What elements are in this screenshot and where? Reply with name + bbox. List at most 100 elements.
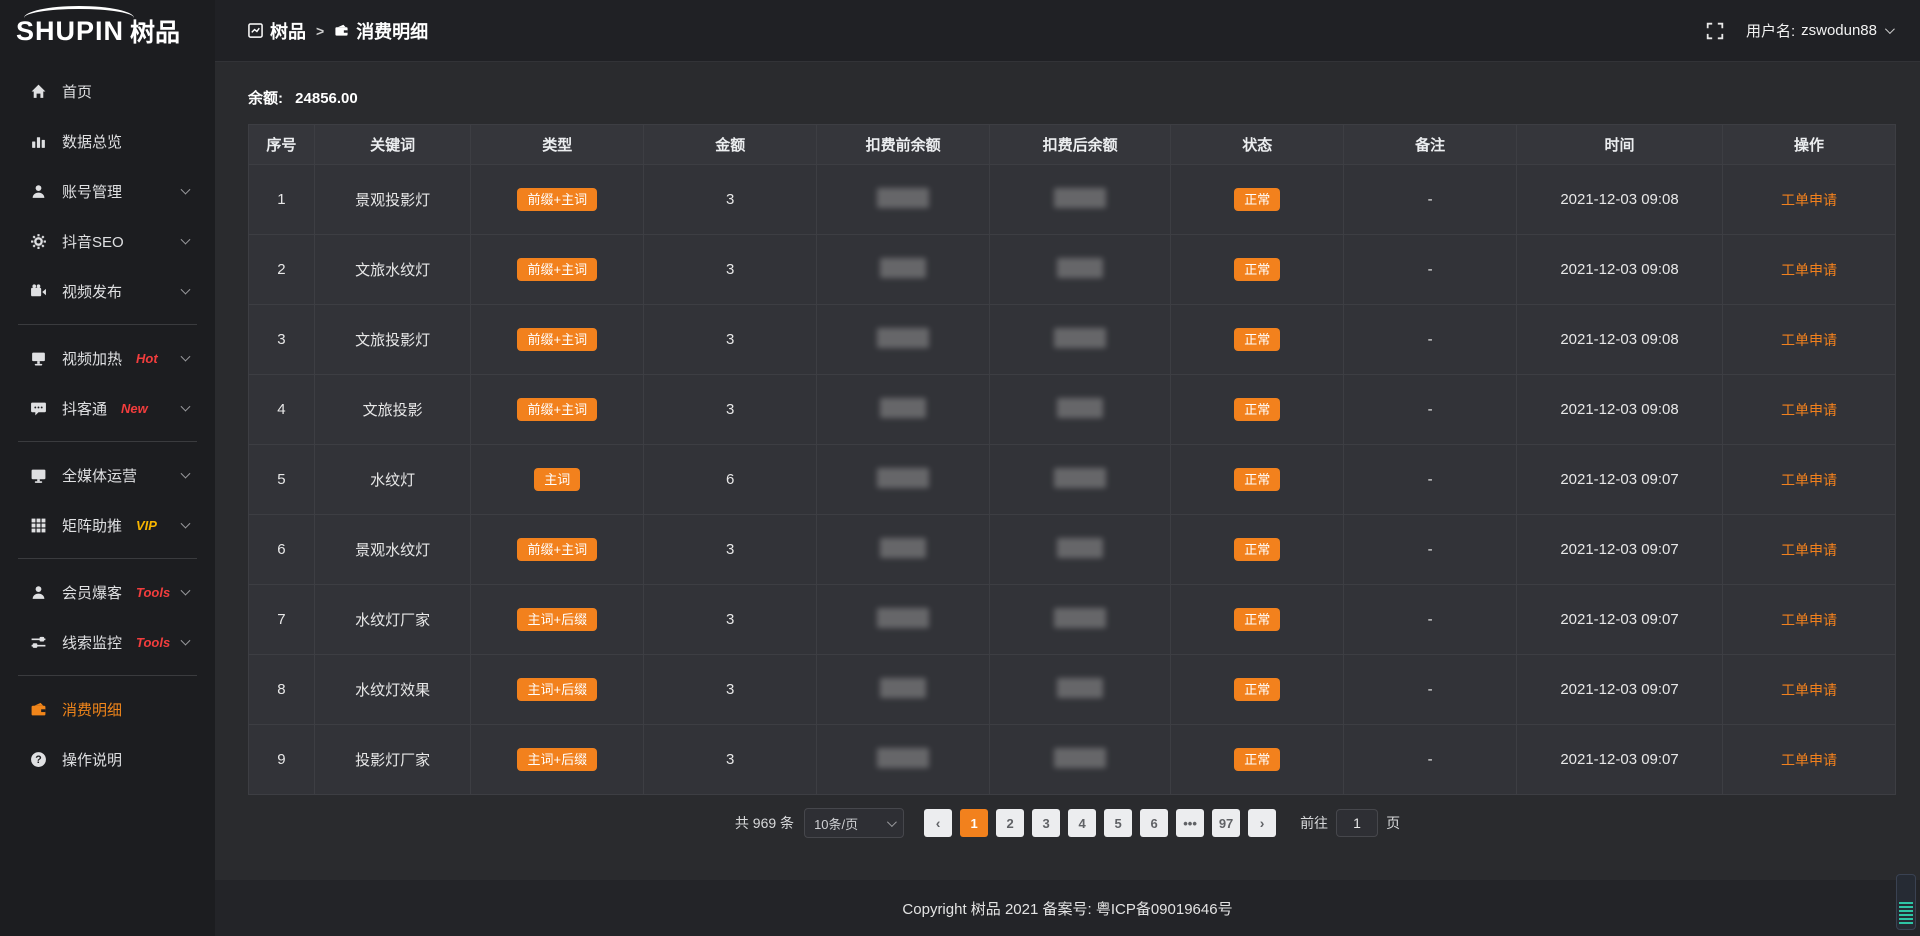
- dashboard-icon: [248, 23, 263, 38]
- type-badge: 主词+后缀: [517, 608, 597, 631]
- main-content: 余额: 24856.00 序号 关键词 类型 金额 扣费前余额 扣费后余额 状态…: [215, 63, 1920, 936]
- chevron-down-icon: [887, 817, 897, 827]
- chevron-down-icon: [181, 235, 191, 245]
- sidebar-item-doketong[interactable]: 抖客通 New: [0, 383, 215, 433]
- sidebar-item-video-heat[interactable]: 视频加热 Hot: [0, 333, 215, 383]
- page-button-1[interactable]: 1: [960, 809, 988, 837]
- cell-time: 2021-12-03 09:07: [1517, 445, 1723, 515]
- cell-keyword: 景观水纹灯: [314, 515, 470, 585]
- cell-no: 2: [249, 235, 315, 305]
- col-header-amount: 金额: [644, 125, 817, 165]
- status-badge: 正常: [1234, 608, 1280, 631]
- page-button-6[interactable]: 6: [1140, 809, 1168, 837]
- goto-label: 前往: [1300, 813, 1328, 833]
- sidebar-item-label: 抖客通: [62, 398, 107, 419]
- ticket-request-link[interactable]: 工单申请: [1781, 192, 1837, 208]
- cell-keyword: 水纹灯厂家: [314, 585, 470, 655]
- sidebar-item-douyin-seo[interactable]: 抖音SEO: [0, 216, 215, 266]
- copyright-text: Copyright 树品 2021 备案号: 粤ICP备09019646号: [902, 898, 1232, 919]
- grid-icon: [30, 517, 47, 534]
- sidebar-item-label: 抖音SEO: [62, 231, 124, 252]
- ticket-request-link[interactable]: 工单申请: [1781, 472, 1837, 488]
- cell-keyword: 投影灯厂家: [314, 725, 470, 795]
- cell-time: 2021-12-03 09:07: [1517, 655, 1723, 725]
- sidebar-item-account-mgmt[interactable]: 账号管理: [0, 166, 215, 216]
- sidebar-item-label: 视频发布: [62, 281, 122, 302]
- redacted-balance-before: [877, 328, 929, 348]
- balance-display: 余额: 24856.00: [248, 87, 1920, 108]
- more-pages-button[interactable]: •••: [1176, 809, 1204, 837]
- cell-keyword: 文旅投影: [314, 375, 470, 445]
- cell-amount: 3: [644, 165, 817, 235]
- prev-page-button[interactable]: ‹: [924, 809, 952, 837]
- consumption-table: 序号 关键词 类型 金额 扣费前余额 扣费后余额 状态 备注 时间 操作 1 景…: [248, 124, 1896, 795]
- chevron-down-icon: [181, 402, 191, 412]
- ticket-request-link[interactable]: 工单申请: [1781, 542, 1837, 558]
- goto-page-input[interactable]: [1336, 809, 1378, 837]
- page-size-select[interactable]: 10条/页: [804, 808, 904, 838]
- page-button-97[interactable]: 97: [1212, 809, 1240, 837]
- type-badge: 前缀+主词: [517, 398, 597, 421]
- type-badge: 前缀+主词: [517, 538, 597, 561]
- bar-chart-icon: [30, 133, 47, 150]
- cell-remark: -: [1344, 165, 1517, 235]
- sidebar-item-matrix-boost[interactable]: 矩阵助推 VIP: [0, 500, 215, 550]
- chevron-down-icon: [1885, 24, 1895, 34]
- svg-text:?: ?: [35, 754, 41, 766]
- col-header-keyword: 关键词: [314, 125, 470, 165]
- sidebar-item-video-publish[interactable]: 视频发布: [0, 266, 215, 316]
- page-button-5[interactable]: 5: [1104, 809, 1132, 837]
- cell-no: 8: [249, 655, 315, 725]
- next-page-button[interactable]: ›: [1248, 809, 1276, 837]
- chevron-down-icon: [181, 185, 191, 195]
- cell-no: 7: [249, 585, 315, 655]
- ticket-request-link[interactable]: 工单申请: [1781, 402, 1837, 418]
- sidebar-item-home[interactable]: 首页: [0, 66, 215, 116]
- sidebar-item-label: 线索监控: [62, 632, 122, 653]
- page-button-3[interactable]: 3: [1032, 809, 1060, 837]
- total-count: 共 969 条: [735, 813, 794, 833]
- balance-label: 余额:: [248, 90, 283, 107]
- fullscreen-icon[interactable]: [1706, 22, 1724, 40]
- ticket-request-link[interactable]: 工单申请: [1781, 332, 1837, 348]
- app-logo[interactable]: SHUPIN 树品: [0, 0, 215, 62]
- floating-widget[interactable]: [1896, 874, 1916, 930]
- question-icon: ?: [30, 751, 47, 768]
- sidebar-item-all-media[interactable]: 全媒体运营: [0, 450, 215, 500]
- sidebar-item-data-overview[interactable]: 数据总览: [0, 116, 215, 166]
- breadcrumb-root[interactable]: 树品: [248, 18, 306, 44]
- sliders-icon: [30, 634, 47, 651]
- status-badge: 正常: [1234, 468, 1280, 491]
- ticket-request-link[interactable]: 工单申请: [1781, 262, 1837, 278]
- cell-remark: -: [1344, 655, 1517, 725]
- cell-amount: 3: [644, 725, 817, 795]
- sidebar: SHUPIN 树品 首页 数据总览 账号管理 抖音SEO 视频发布: [0, 0, 215, 936]
- redacted-balance-after: [1057, 538, 1103, 558]
- page-button-4[interactable]: 4: [1068, 809, 1096, 837]
- redacted-balance-after: [1054, 748, 1106, 768]
- ticket-request-link[interactable]: 工单申请: [1781, 752, 1837, 768]
- redacted-balance-before: [880, 398, 926, 418]
- chevron-down-icon: [181, 469, 191, 479]
- page-button-2[interactable]: 2: [996, 809, 1024, 837]
- sidebar-item-consumption-detail[interactable]: 消费明细: [0, 684, 215, 734]
- sidebar-item-instructions[interactable]: ? 操作说明: [0, 734, 215, 784]
- sidebar-item-lead-monitor[interactable]: 线索监控 Tools: [0, 617, 215, 667]
- username-label: 用户名:: [1746, 20, 1795, 41]
- ticket-request-link[interactable]: 工单申请: [1781, 612, 1837, 628]
- username-value: zswodun88: [1801, 22, 1877, 39]
- breadcrumb-current[interactable]: 消费明细: [334, 18, 428, 44]
- ticket-request-link[interactable]: 工单申请: [1781, 682, 1837, 698]
- cell-time: 2021-12-03 09:08: [1517, 375, 1723, 445]
- wallet-icon: [30, 701, 47, 718]
- table-row: 4 文旅投影 前缀+主词 3 正常 - 2021-12-03 09:08 工单申…: [249, 375, 1896, 445]
- cell-remark: -: [1344, 375, 1517, 445]
- user-dropdown[interactable]: 用户名: zswodun88: [1746, 20, 1892, 41]
- user-icon: [30, 183, 47, 200]
- col-header-balance-before: 扣费前余额: [817, 125, 990, 165]
- cell-amount: 3: [644, 305, 817, 375]
- vip-badge: VIP: [136, 518, 157, 533]
- footer: Copyright 树品 2021 备案号: 粤ICP备09019646号: [215, 880, 1920, 936]
- sidebar-item-member-burst[interactable]: 会员爆客 Tools: [0, 567, 215, 617]
- menu-divider: [18, 324, 197, 325]
